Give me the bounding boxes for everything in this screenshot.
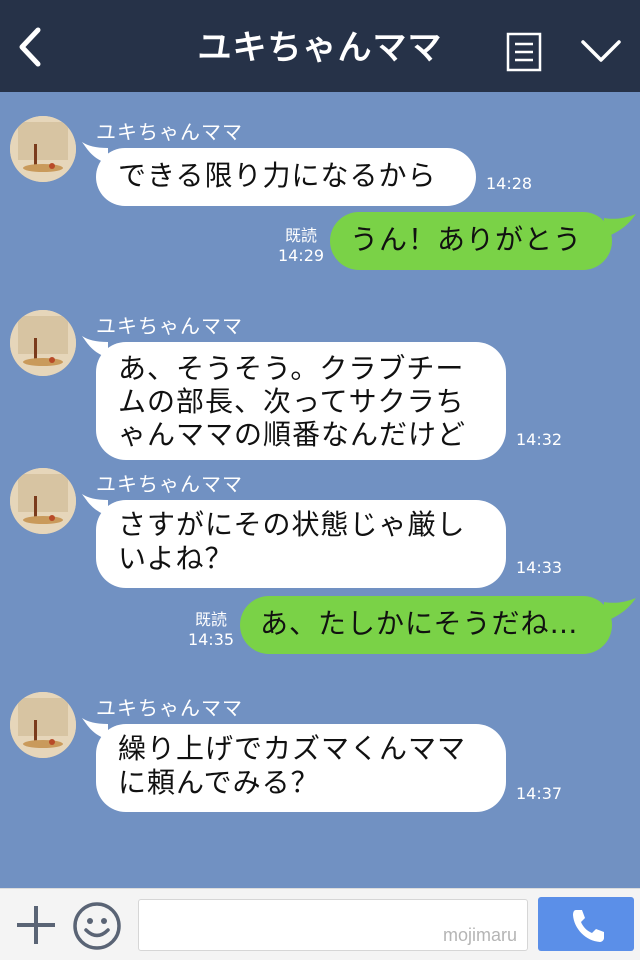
message-time: 14:28 bbox=[486, 174, 533, 193]
emoji-button[interactable] bbox=[72, 901, 122, 951]
message-time: 14:33 bbox=[516, 558, 563, 577]
add-button[interactable] bbox=[14, 903, 58, 947]
read-label: 既読 bbox=[284, 226, 317, 245]
avatar[interactable] bbox=[10, 692, 76, 758]
avatar[interactable] bbox=[10, 468, 76, 534]
message-text: うん！ありがとう bbox=[350, 223, 583, 256]
input-bar: mojimaru bbox=[0, 888, 640, 960]
sender-name: ユキちゃんママ bbox=[96, 696, 243, 720]
back-button[interactable] bbox=[8, 22, 52, 72]
call-button[interactable] bbox=[538, 897, 634, 951]
chat-title: ユキちゃんママ bbox=[197, 28, 443, 68]
message-line: さすがにその状態じゃ厳し bbox=[118, 508, 466, 541]
plus-icon bbox=[17, 906, 55, 944]
message-bubble[interactable]: うん！ありがとう bbox=[330, 212, 612, 270]
message-time: 14:35 bbox=[187, 630, 235, 649]
chat-area[interactable]: ユキちゃんママ できる限り力になるから 14:28 既読 14:29 うん！あり… bbox=[0, 92, 640, 888]
bubble-tail bbox=[604, 598, 636, 622]
message-line: 繰り上げでカズマくんママ bbox=[118, 732, 467, 765]
message-line: いよね？ bbox=[118, 542, 234, 575]
avatar[interactable] bbox=[10, 116, 76, 182]
message-time: 14:37 bbox=[516, 784, 563, 803]
menu-button[interactable] bbox=[506, 32, 542, 72]
sender-name: ユキちゃんママ bbox=[96, 314, 243, 338]
sender-name: ユキちゃんママ bbox=[96, 120, 243, 144]
message-bubble[interactable]: あ、たしかにそうだね… bbox=[240, 596, 612, 654]
message-text: できる限り力になるから bbox=[118, 159, 437, 192]
chevron-down-icon bbox=[581, 40, 621, 62]
read-label: 既読 bbox=[194, 610, 227, 629]
list-icon bbox=[506, 32, 542, 72]
message-line: ムの部長、次ってサクラち bbox=[118, 385, 465, 418]
sender-name: ユキちゃんママ bbox=[96, 472, 243, 496]
watermark: mojimaru bbox=[442, 925, 517, 945]
avatar[interactable] bbox=[10, 310, 76, 376]
chat-header: ユキちゃんママ bbox=[0, 0, 640, 92]
message-bubble[interactable]: さすがにその状態じゃ厳し いよね？ bbox=[96, 500, 506, 588]
message-line: に頼んでみる？ bbox=[118, 766, 320, 799]
message-bubble[interactable]: あ、そうそう。クラブチー ムの部長、次ってサクラち ゃんママの順番なんだけど bbox=[96, 342, 506, 460]
message-input[interactable]: mojimaru bbox=[138, 899, 528, 951]
message-text: あ、たしかにそうだね… bbox=[260, 607, 579, 640]
smile-icon bbox=[73, 902, 121, 950]
message-time: 14:32 bbox=[516, 430, 563, 449]
phone-icon bbox=[573, 910, 604, 942]
read-receipt: 既読 14:35 bbox=[186, 610, 236, 650]
bubble-tail bbox=[604, 214, 636, 238]
collapse-button[interactable] bbox=[578, 34, 624, 70]
chevron-left-icon bbox=[19, 27, 41, 67]
message-bubble[interactable]: 繰り上げでカズマくんママ に頼んでみる？ bbox=[96, 724, 506, 812]
read-receipt: 既読 14:29 bbox=[276, 226, 326, 266]
message-line: ゃんママの順番なんだけど bbox=[118, 418, 467, 451]
message-time: 14:29 bbox=[277, 246, 325, 265]
message-bubble[interactable]: できる限り力になるから bbox=[96, 148, 476, 206]
message-line: あ、そうそう。クラブチー bbox=[118, 352, 465, 385]
